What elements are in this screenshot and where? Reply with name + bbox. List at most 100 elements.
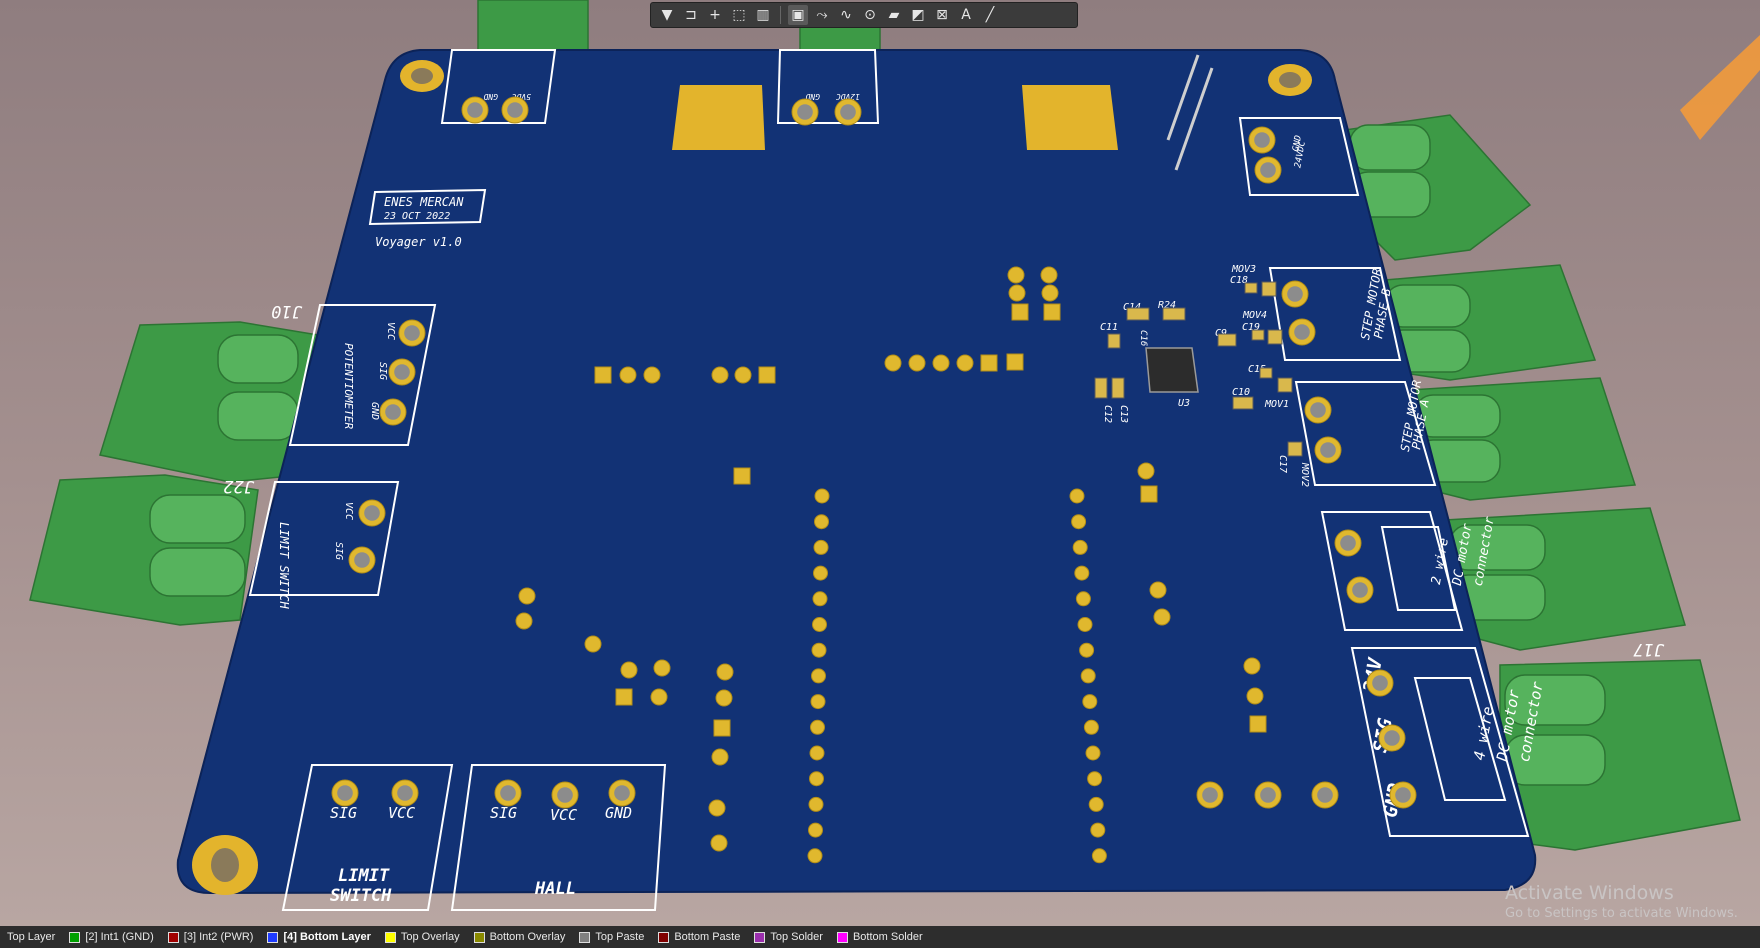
c16-label: C16: [1138, 330, 1148, 346]
pot-vcc-label: VCC: [385, 322, 396, 340]
component-tool-button[interactable]: ▣: [788, 5, 808, 25]
layer-tab[interactable]: Bottom Paste: [651, 926, 747, 948]
pad-hole: [797, 104, 813, 120]
layer-tab-label: Bottom Paste: [674, 931, 741, 943]
layer-tab[interactable]: [3] Int2 (PWR): [161, 926, 261, 948]
pad-hole: [840, 104, 856, 120]
layer-color-swatch: [473, 931, 485, 943]
pad: [814, 488, 830, 504]
pad-hole: [1202, 787, 1218, 803]
pad: [1072, 539, 1088, 555]
chart-tool-button[interactable]: ▥: [753, 5, 773, 25]
pad: [932, 354, 950, 372]
pad: [1090, 822, 1106, 838]
pad: [716, 663, 734, 681]
pad: [1140, 485, 1158, 503]
pad: [1077, 617, 1093, 632]
pad: [710, 834, 728, 852]
pcb-board: [176, 49, 1537, 895]
pad: [713, 719, 731, 737]
pad: [1246, 687, 1264, 705]
u3-chip[interactable]: [1145, 347, 1199, 393]
text-tool-button[interactable]: A: [956, 5, 976, 25]
layer-tab-label: [2] Int1 (GND): [85, 931, 154, 943]
pad-hole: [467, 102, 483, 118]
pad-hole: [1372, 675, 1388, 691]
pad-hole: [354, 552, 370, 568]
pad-hole: [1254, 132, 1270, 148]
place-cross-tool-button[interactable]: +: [705, 5, 725, 25]
pad-hole: [397, 785, 413, 801]
hall-vcc-label: VCC: [550, 806, 577, 824]
pad-hole: [1352, 582, 1368, 598]
pad: [733, 467, 751, 485]
pad: [812, 617, 827, 632]
pad: [515, 612, 533, 630]
string-frame-tool-button[interactable]: ⊠: [932, 5, 952, 25]
layer-tab[interactable]: Top Paste: [572, 926, 651, 948]
pad: [1075, 591, 1091, 607]
date-text: 23 OCT 2022: [384, 211, 450, 222]
pad: [810, 719, 825, 735]
sw2-vcc-label: VCC: [388, 804, 415, 822]
layer-tab-label: [3] Int2 (PWR): [183, 931, 254, 943]
pad: [908, 354, 926, 372]
layer-color-swatch: [267, 931, 279, 943]
route-tool-button[interactable]: ⊐: [681, 5, 701, 25]
view-toolbar: ▼ ⊐ + ⬚ ▥ ▣ ⤳ ∿ ⊙ ▰ ◩ ⊠ A ╱: [650, 2, 1078, 28]
pad: [1085, 745, 1101, 761]
mov2-label: MOV2: [1299, 462, 1310, 487]
pad: [758, 366, 776, 384]
layer-tab[interactable]: Bottom Solder: [830, 926, 930, 948]
pad-hole: [500, 785, 516, 801]
pad: [809, 745, 825, 761]
differential-pair-tool-button[interactable]: ∿: [836, 5, 856, 25]
select-area-tool-button[interactable]: ⬚: [729, 5, 749, 25]
pad: [1069, 488, 1085, 504]
watermark-subtitle: Go to Settings to activate Windows.: [1505, 906, 1738, 921]
pad: [1079, 642, 1095, 658]
layer-tab-label: Top Solder: [770, 931, 823, 943]
layer-color-swatch: [754, 931, 766, 943]
u3-label: U3: [1178, 398, 1190, 409]
line-tool-button[interactable]: ╱: [980, 5, 1000, 25]
pad: [807, 848, 823, 864]
pad: [1011, 303, 1029, 321]
c17-label: C17: [1277, 455, 1288, 473]
layer-tab[interactable]: [4] Bottom Layer: [260, 926, 377, 948]
mov4-label: MOV4: [1242, 310, 1267, 321]
layer-tab[interactable]: Top Solder: [747, 926, 830, 948]
project-text: Voyager v1.0: [375, 235, 462, 249]
pad: [653, 659, 671, 677]
layer-color-swatch: [69, 931, 81, 943]
sw2-switch-label: SWITCH: [330, 886, 392, 906]
polygon-tool-button[interactable]: ▰: [884, 5, 904, 25]
filter-tool-button[interactable]: ▼: [657, 5, 677, 25]
layer-tab[interactable]: Bottom Overlay: [467, 926, 573, 948]
pad-hole: [337, 785, 353, 801]
pad: [594, 366, 612, 384]
layer-tab[interactable]: Top Layer: [0, 926, 62, 948]
pad: [811, 668, 826, 684]
interactive-routing-tool-button[interactable]: ⤳: [812, 5, 832, 25]
pad: [1091, 848, 1107, 864]
layer-color-swatch: [658, 931, 670, 943]
pot-sig-label: SIG: [377, 362, 388, 380]
layer-tab[interactable]: Top Overlay: [378, 926, 467, 948]
pad: [884, 354, 902, 372]
layer-tab[interactable]: [2] Int1 (GND): [62, 926, 160, 948]
pad: [643, 366, 661, 384]
pad: [808, 796, 824, 812]
pad: [1082, 694, 1098, 710]
pad: [811, 642, 827, 658]
pad: [711, 366, 729, 384]
layer-color-swatch: [579, 931, 591, 943]
hall-sig-label: SIG: [490, 804, 517, 822]
pcb-3d-viewport[interactable]: ENES MERCAN 23 OCT 2022 Voyager v1.0 J10…: [0, 0, 1760, 926]
via-tool-button[interactable]: ⊙: [860, 5, 880, 25]
j22-label: J22: [223, 476, 255, 496]
dimension-tool-button[interactable]: ◩: [908, 5, 928, 25]
pad-hole: [394, 364, 410, 380]
pad: [810, 694, 826, 710]
pad-hole: [1320, 442, 1336, 458]
